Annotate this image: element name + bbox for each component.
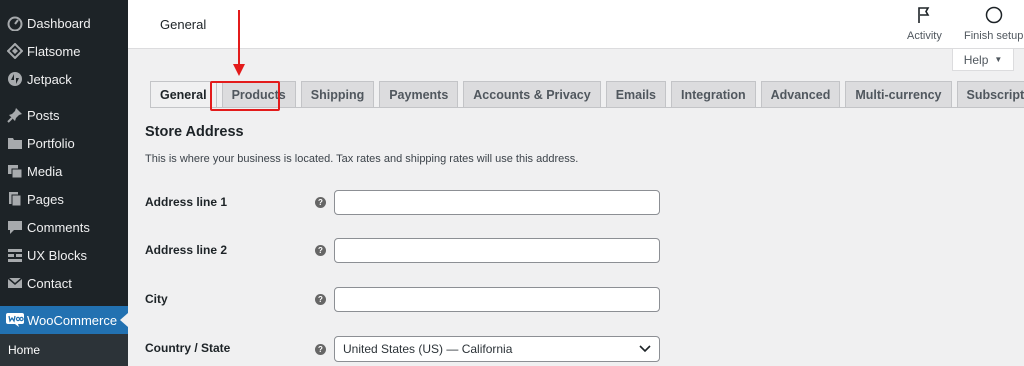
sidebar-item-label: Posts — [27, 107, 60, 123]
country-state-select[interactable]: United States (US) — California — [334, 336, 660, 362]
sidebar-item-label: Dashboard — [27, 15, 91, 31]
section-title: Store Address — [145, 124, 244, 140]
page-title: General — [160, 17, 207, 32]
address-line-2-label: Address line 2 — [145, 243, 228, 257]
tab-integration[interactable]: Integration — [671, 81, 756, 108]
help-tip-icon[interactable]: ? — [315, 197, 326, 208]
progress-circle-icon — [985, 6, 1003, 27]
comment-icon — [5, 217, 25, 237]
woo-icon — [5, 310, 25, 330]
help-tip-icon[interactable]: ? — [315, 294, 326, 305]
sidebar-item-label: Contact — [27, 275, 72, 291]
sidebar-item-label: UX Blocks — [27, 247, 87, 263]
tab-advanced[interactable]: Advanced — [760, 81, 841, 108]
sidebar-item-posts[interactable]: Posts — [0, 101, 128, 129]
woocommerce-submenu: Home — [0, 334, 128, 366]
sidebar-item-comments[interactable]: Comments — [0, 213, 128, 241]
submenu-item-home[interactable]: Home — [8, 343, 40, 357]
sidebar-item-label: Flatsome — [27, 43, 81, 59]
activity-button[interactable]: Activity — [907, 6, 942, 42]
sidebar-item-label: Portfolio — [27, 135, 75, 151]
activity-label: Activity — [907, 30, 942, 42]
city-input[interactable] — [334, 287, 660, 312]
sidebar-item-pages[interactable]: Pages — [0, 185, 128, 213]
tab-shipping[interactable]: Shipping — [300, 81, 375, 108]
tabs-divider — [150, 107, 1016, 108]
mail-icon — [5, 273, 25, 293]
blocks-icon — [5, 245, 25, 265]
folder-icon — [5, 133, 25, 153]
sidebar-item-label: Comments — [27, 219, 90, 235]
sidebar-item-label: WooCommerce — [27, 312, 118, 328]
page-header: General Activity Finish setup — [128, 0, 1024, 49]
country-state-label: Country / State — [145, 341, 231, 355]
sidebar-item-label: Jetpack — [27, 71, 72, 87]
sidebar-item-jetpack[interactable]: Jetpack — [0, 65, 128, 93]
settings-tabs: General Products Shipping Payments Accou… — [150, 81, 1024, 108]
tab-accounts-privacy[interactable]: Accounts & Privacy — [463, 81, 601, 108]
finish-setup-button[interactable]: Finish setup — [964, 6, 1023, 42]
sidebar-item-media[interactable]: Media — [0, 157, 128, 185]
media-icon — [5, 161, 25, 181]
flag-icon — [916, 6, 932, 27]
help-button[interactable]: Help ▼ — [952, 49, 1014, 71]
help-tip-icon[interactable]: ? — [315, 245, 326, 256]
country-state-value: United States (US) — California — [343, 342, 513, 356]
sidebar-item-flatsome[interactable]: Flatsome — [0, 37, 128, 65]
help-tip-icon[interactable]: ? — [315, 344, 326, 355]
caret-down-icon: ▼ — [994, 55, 1003, 64]
address-line-1-input[interactable] — [334, 190, 660, 215]
sidebar-item-contact[interactable]: Contact — [0, 269, 128, 297]
sidebar-item-label: Pages — [27, 191, 64, 207]
pin-icon — [5, 105, 25, 125]
tab-emails[interactable]: Emails — [605, 81, 667, 108]
sidebar-item-ux-blocks[interactable]: UX Blocks — [0, 241, 128, 269]
tab-general[interactable]: General — [150, 81, 217, 108]
help-label: Help — [963, 52, 989, 67]
address-line-2-input[interactable] — [334, 238, 660, 263]
sidebar-item-woocommerce[interactable]: WooCommerce — [0, 306, 128, 334]
chevron-down-icon — [639, 342, 651, 356]
section-description: This is where your business is located. … — [145, 153, 579, 165]
dashboard-icon — [5, 13, 25, 33]
tab-payments[interactable]: Payments — [379, 81, 459, 108]
admin-sidebar: Dashboard Flatsome Jetpack Posts Portfol… — [0, 0, 128, 366]
pages-icon — [5, 189, 25, 209]
tab-subscriptions[interactable]: Subscriptions — [956, 81, 1024, 108]
jetpack-icon — [5, 69, 25, 89]
sidebar-item-label: Media — [27, 163, 63, 179]
sidebar-item-portfolio[interactable]: Portfolio — [0, 129, 128, 157]
tab-multi-currency[interactable]: Multi-currency — [845, 81, 952, 108]
flatsome-icon — [5, 41, 25, 61]
sidebar-item-dashboard[interactable]: Dashboard — [0, 9, 128, 37]
address-line-1-label: Address line 1 — [145, 195, 228, 209]
tab-products[interactable]: Products — [221, 81, 296, 108]
finish-setup-label: Finish setup — [964, 30, 1024, 42]
city-label: City — [145, 292, 168, 306]
